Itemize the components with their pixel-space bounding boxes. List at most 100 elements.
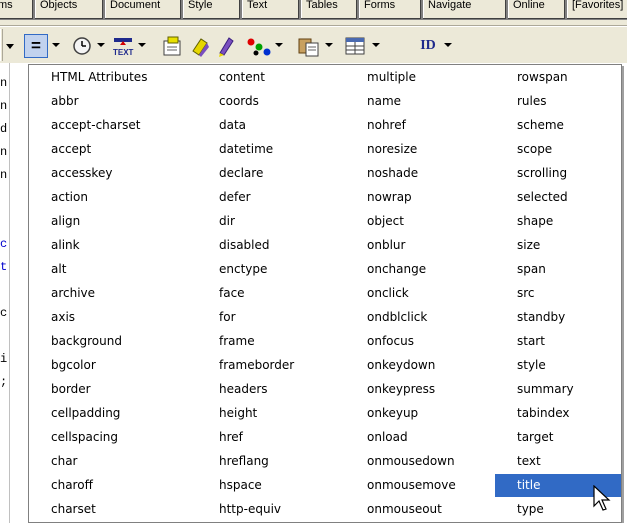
menu-item-tabindex[interactable]: tabindex — [495, 402, 621, 425]
table-button[interactable] — [343, 34, 369, 58]
menu-item-charoff[interactable]: charoff — [29, 474, 197, 497]
equals-dropdown-arrow[interactable] — [50, 35, 62, 55]
menu-item-onfocus[interactable]: onfocus — [345, 330, 495, 353]
menu-item-archive[interactable]: archive — [29, 282, 197, 305]
menu-item-name[interactable]: name — [345, 90, 495, 113]
menu-item-src[interactable]: src — [495, 282, 621, 305]
menu-item-noshade[interactable]: noshade — [345, 162, 495, 185]
table-dropdown-arrow[interactable] — [370, 35, 382, 55]
menu-item-selected[interactable]: selected — [495, 186, 621, 209]
menu-item-cellpadding[interactable]: cellpadding — [29, 402, 197, 425]
menu-item-href[interactable]: href — [197, 426, 345, 449]
menu-item-rowspan[interactable]: rowspan — [495, 66, 621, 89]
menu-item-content[interactable]: content — [197, 66, 345, 89]
menu-item-disabled[interactable]: disabled — [197, 234, 345, 257]
menu-item-data[interactable]: data — [197, 114, 345, 137]
tab-objects[interactable]: Objects — [34, 0, 104, 20]
menu-item-bgcolor[interactable]: bgcolor — [29, 354, 197, 377]
menu-item-onload[interactable]: onload — [345, 426, 495, 449]
menu-item-onchange[interactable]: onchange — [345, 258, 495, 281]
menu-item-nowrap[interactable]: nowrap — [345, 186, 495, 209]
menu-item-onkeypress[interactable]: onkeypress — [345, 378, 495, 401]
menu-item-http-equiv[interactable]: http-equiv — [197, 498, 345, 521]
menu-item-target[interactable]: target — [495, 426, 621, 449]
menu-item-onmousedown[interactable]: onmousedown — [345, 450, 495, 473]
menu-item-style[interactable]: style — [495, 354, 621, 377]
menu-item-hspace[interactable]: hspace — [197, 474, 345, 497]
menu-item-onclick[interactable]: onclick — [345, 282, 495, 305]
id-dropdown-arrow[interactable] — [442, 35, 454, 55]
menu-item-declare[interactable]: declare — [197, 162, 345, 185]
menu-item-nohref[interactable]: nohref — [345, 114, 495, 137]
menu-item-dir[interactable]: dir — [197, 210, 345, 233]
menu-item-frame[interactable]: frame — [197, 330, 345, 353]
menu-item-abbr[interactable]: abbr — [29, 90, 197, 113]
menu-item-alt[interactable]: alt — [29, 258, 197, 281]
menu-item-enctype[interactable]: enctype — [197, 258, 345, 281]
menu-item-for[interactable]: for — [197, 306, 345, 329]
menu-item-accept-charset[interactable]: accept-charset — [29, 114, 197, 137]
tab-style[interactable]: Style — [182, 0, 241, 20]
tab-forms[interactable]: Forms — [358, 0, 422, 20]
menu-item-accept[interactable]: accept — [29, 138, 197, 161]
menu-item-rules[interactable]: rules — [495, 90, 621, 113]
menu-item-defer[interactable]: defer — [197, 186, 345, 209]
text-insert-dropdown-arrow[interactable] — [136, 35, 148, 55]
menu-item-charset[interactable]: charset — [29, 498, 197, 521]
menu-item-ondblclick[interactable]: ondblclick — [345, 306, 495, 329]
tab-ms[interactable]: ms — [0, 0, 34, 20]
menu-item-scope[interactable]: scope — [495, 138, 621, 161]
menu-item-axis[interactable]: axis — [29, 306, 197, 329]
equals-button[interactable]: = — [24, 34, 48, 58]
menu-item-coords[interactable]: coords — [197, 90, 345, 113]
menu-item-onmousemove[interactable]: onmousemove — [345, 474, 495, 497]
menu-item-onmouseout[interactable]: onmouseout — [345, 498, 495, 521]
tab-online[interactable]: Online — [507, 0, 566, 20]
menu-item-align[interactable]: align — [29, 210, 197, 233]
menu-item-onkeydown[interactable]: onkeydown — [345, 354, 495, 377]
tab-navigate[interactable]: Navigate — [422, 0, 507, 20]
color-dots-button[interactable] — [245, 34, 273, 58]
menu-item-headers[interactable]: headers — [197, 378, 345, 401]
menu-item-action[interactable]: action — [29, 186, 197, 209]
tab-tables[interactable]: Tables — [300, 0, 358, 20]
menu-item-scheme[interactable]: scheme — [495, 114, 621, 137]
tab-favorites[interactable]: [Favorites] — [566, 0, 627, 20]
image-button[interactable] — [160, 34, 184, 58]
menu-item-onkeyup[interactable]: onkeyup — [345, 402, 495, 425]
tab-document[interactable]: Document — [104, 0, 182, 20]
menu-item-object[interactable]: object — [345, 210, 495, 233]
menu-item-accesskey[interactable]: accesskey — [29, 162, 197, 185]
toolbar-left-arrow[interactable] — [6, 34, 14, 58]
color-dots-dropdown-arrow[interactable] — [273, 35, 285, 55]
clock-button[interactable] — [70, 34, 94, 58]
menu-item-datetime[interactable]: datetime — [197, 138, 345, 161]
id-button[interactable]: ID — [416, 34, 440, 58]
menu-item-size[interactable]: size — [495, 234, 621, 257]
menu-item-noresize[interactable]: noresize — [345, 138, 495, 161]
menu-item-summary[interactable]: summary — [495, 378, 621, 401]
paste-button[interactable] — [296, 34, 322, 58]
menu-item-border[interactable]: border — [29, 378, 197, 401]
paste-dropdown-arrow[interactable] — [323, 35, 335, 55]
menu-item-cellspacing[interactable]: cellspacing — [29, 426, 197, 449]
menu-item-onblur[interactable]: onblur — [345, 234, 495, 257]
menu-item-hreflang[interactable]: hreflang — [197, 450, 345, 473]
menu-item-multiple[interactable]: multiple — [345, 66, 495, 89]
tab-text[interactable]: Text — [241, 0, 300, 20]
pen-button[interactable] — [214, 34, 238, 58]
menu-item-text[interactable]: text — [495, 450, 621, 473]
highlight-button[interactable] — [188, 34, 212, 58]
menu-item-height[interactable]: height — [197, 402, 345, 425]
menu-item-background[interactable]: background — [29, 330, 197, 353]
menu-item-start[interactable]: start — [495, 330, 621, 353]
menu-item-span[interactable]: span — [495, 258, 621, 281]
text-insert-button[interactable]: TEXT — [110, 34, 136, 58]
menu-item-standby[interactable]: standby — [495, 306, 621, 329]
menu-item-frameborder[interactable]: frameborder — [197, 354, 345, 377]
menu-item-face[interactable]: face — [197, 282, 345, 305]
menu-item-alink[interactable]: alink — [29, 234, 197, 257]
menu-item-scrolling[interactable]: scrolling — [495, 162, 621, 185]
menu-item-char[interactable]: char — [29, 450, 197, 473]
menu-item-shape[interactable]: shape — [495, 210, 621, 233]
